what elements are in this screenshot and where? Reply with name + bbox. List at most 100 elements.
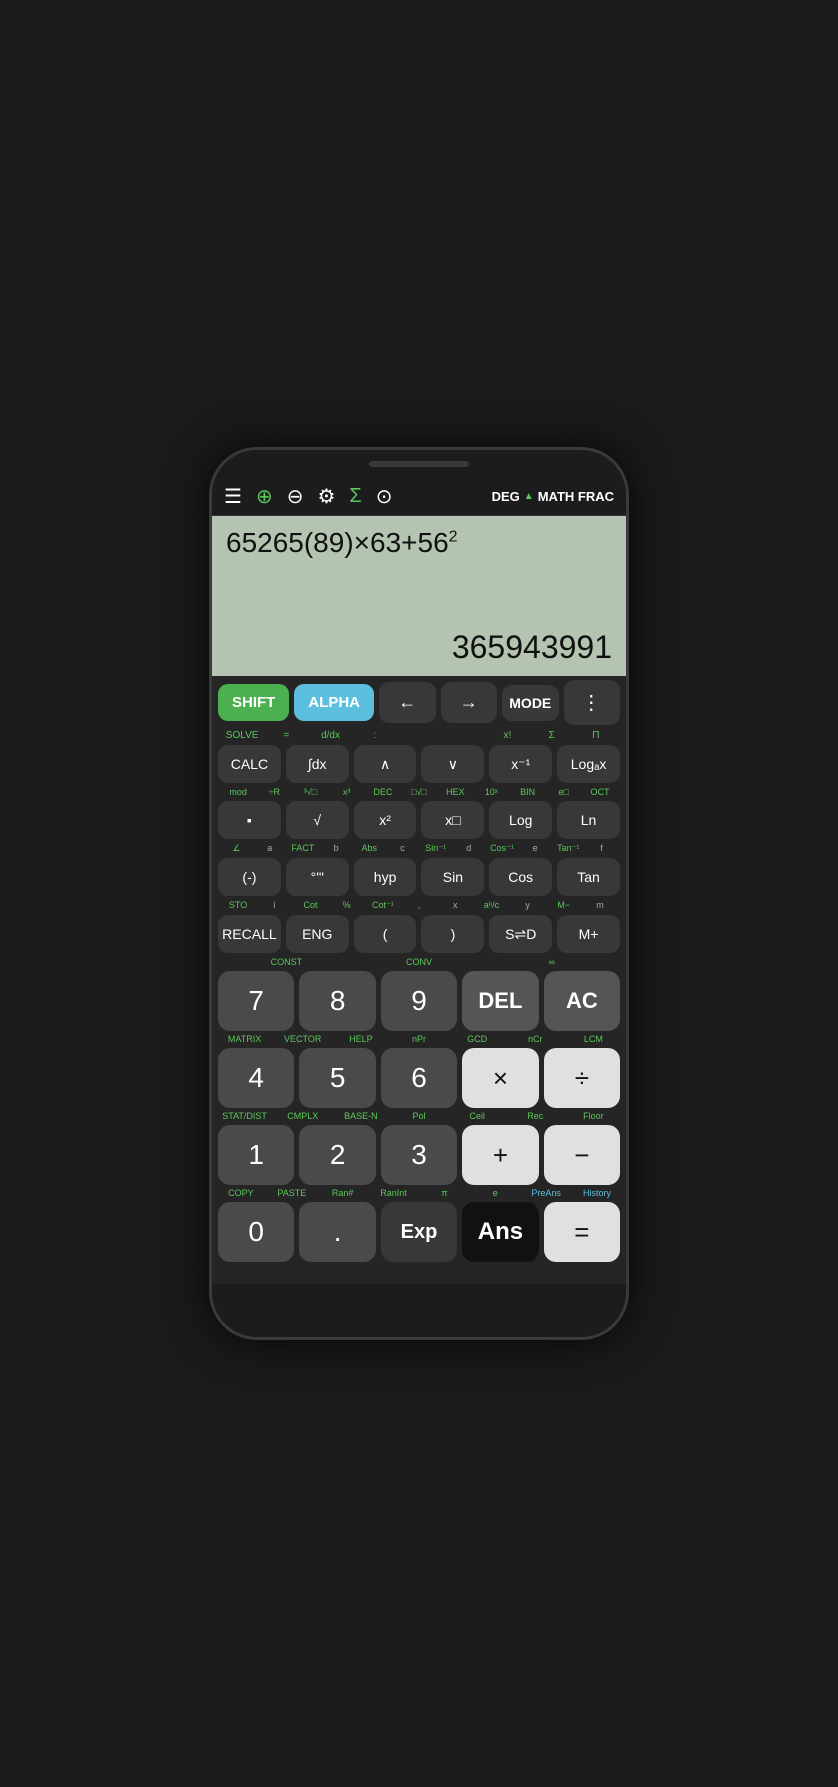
sin-inv-label: Sin⁻¹ — [419, 843, 452, 854]
tan-inv-label: Tan⁻¹ — [552, 843, 585, 854]
pi-label: π — [422, 1188, 468, 1198]
secondary-labels-1: SOLVE = d/dx : x! Σ Π — [212, 729, 626, 742]
four-button[interactable]: 4 — [218, 1048, 294, 1108]
settings-icon[interactable]: ⚙ — [317, 484, 335, 509]
seven-button[interactable]: 7 — [218, 971, 294, 1031]
copy-label: COPY — [218, 1188, 264, 1198]
stat-label: STAT/DIST — [218, 1111, 271, 1121]
zero-button[interactable]: 0 — [218, 1202, 294, 1262]
neg-button[interactable]: (-) — [218, 858, 281, 896]
minus-button[interactable]: − — [544, 1125, 620, 1185]
more-button[interactable]: ⋮ — [564, 680, 621, 725]
two-button[interactable]: 2 — [299, 1125, 375, 1185]
lcm-label: LCM — [567, 1034, 620, 1044]
tan-button[interactable]: Tan — [557, 858, 620, 896]
row-0: 0 . Exp Ans = — [218, 1202, 620, 1262]
five-button[interactable]: 5 — [299, 1048, 375, 1108]
m-label: m — [582, 900, 618, 911]
oct-label: OCT — [582, 787, 618, 797]
const-label: CONST — [220, 957, 353, 967]
x-inv-button[interactable]: x⁻¹ — [489, 745, 552, 783]
cos-button[interactable]: Cos — [489, 858, 552, 896]
b-label: b — [320, 843, 353, 854]
sin-button[interactable]: Sin — [421, 858, 484, 896]
vector-label: VECTOR — [276, 1034, 329, 1044]
paste-label: PASTE — [269, 1188, 315, 1198]
divide-button[interactable]: ÷ — [544, 1048, 620, 1108]
close-paren-button[interactable]: ) — [421, 915, 484, 953]
comma-label: , — [401, 900, 437, 911]
down-arrow-button[interactable]: ∨ — [421, 745, 484, 783]
row-789: 7 8 9 DEL AC — [218, 971, 620, 1031]
row-456: 4 5 6 × ÷ — [218, 1048, 620, 1108]
sigma-icon[interactable]: Σ — [349, 485, 361, 508]
math-frac-label: MATH FRAC — [538, 489, 614, 504]
camera-icon[interactable]: ⊙ — [376, 484, 393, 509]
right-arrow-button[interactable]: → — [441, 682, 498, 723]
sqrt-button[interactable]: √ — [286, 801, 349, 839]
eng-button[interactable]: ENG — [286, 915, 349, 953]
sub-labels-4: CONST CONV ∞ — [212, 956, 626, 968]
num-sub-row-2: STAT/DIST CMPLX BASE-N Pol Ceil Rec Floo… — [218, 1111, 620, 1121]
left-arrow-button[interactable]: ← — [379, 682, 436, 723]
del-button[interactable]: DEL — [462, 971, 538, 1031]
log-button[interactable]: Log — [489, 801, 552, 839]
fraction-button[interactable]: ▪ — [218, 801, 281, 839]
num-sub-row-1: MATRIX VECTOR HELP nPr GCD nCr LCM — [218, 1034, 620, 1044]
recall-row: RECALL ENG ( ) S⇌D M+ — [212, 912, 626, 956]
inf-label: ∞ — [485, 957, 618, 967]
toolbar: ☰ ⊕ ⊖ ⚙ Σ ⊙ DEG ▲ MATH FRAC — [212, 478, 626, 516]
x2-label: x — [437, 900, 473, 911]
mode-deg: DEG — [492, 489, 520, 504]
minus-icon[interactable]: ⊖ — [287, 484, 304, 509]
sto-label: STO — [220, 900, 256, 911]
ac-button[interactable]: AC — [544, 971, 620, 1031]
calculator: ☰ ⊕ ⊖ ⚙ Σ ⊙ DEG ▲ MATH FRAC 65265(89)×63… — [212, 478, 626, 1284]
shift-button[interactable]: SHIFT — [218, 684, 289, 721]
preans-label: PreAns — [523, 1188, 569, 1198]
npr-label: nPr — [392, 1034, 445, 1044]
calc-button[interactable]: CALC — [218, 745, 281, 783]
exp-button[interactable]: Exp — [381, 1202, 457, 1262]
deg-sym-button[interactable]: °'" — [286, 858, 349, 896]
abc-label: aᵇ/c — [473, 900, 509, 911]
display-area: 65265(89)×63+562 365943991 — [212, 516, 626, 676]
hyp-button[interactable]: hyp — [354, 858, 417, 896]
eight-button[interactable]: 8 — [299, 971, 375, 1031]
x-sq-button[interactable]: x² — [354, 801, 417, 839]
m-plus-button[interactable]: M+ — [557, 915, 620, 953]
shift-row: SHIFT ALPHA ← → MODE ⋮ — [212, 676, 626, 729]
open-paren-button[interactable]: ( — [354, 915, 417, 953]
integral-button[interactable]: ∫dx — [286, 745, 349, 783]
history-label: History — [574, 1188, 620, 1198]
add-icon[interactable]: ⊕ — [256, 484, 273, 509]
phone-frame: ☰ ⊕ ⊖ ⚙ Σ ⊙ DEG ▲ MATH FRAC 65265(89)×63… — [209, 447, 629, 1340]
sd-button[interactable]: S⇌D — [489, 915, 552, 953]
ans-button[interactable]: Ans — [462, 1202, 538, 1262]
eq-label: = — [264, 730, 308, 741]
log-a-button[interactable]: Logₐx — [557, 745, 620, 783]
alpha-button[interactable]: ALPHA — [294, 684, 374, 721]
three-button[interactable]: 3 — [381, 1125, 457, 1185]
bottom-safe-area — [212, 1268, 626, 1284]
ln-button[interactable]: Ln — [557, 801, 620, 839]
ran-label: Ran# — [320, 1188, 366, 1198]
numpad: 7 8 9 DEL AC MATRIX VECTOR HELP nPr GCD … — [212, 968, 626, 1268]
trig-row: (-) °'" hyp Sin Cos Tan — [212, 855, 626, 899]
equals-button[interactable]: = — [544, 1202, 620, 1262]
multiply-button[interactable]: × — [462, 1048, 538, 1108]
tenx-label: 10ˣ — [473, 787, 509, 797]
plus-button[interactable]: + — [462, 1125, 538, 1185]
one-button[interactable]: 1 — [218, 1125, 294, 1185]
recall-button[interactable]: RECALL — [218, 915, 281, 953]
mode-button[interactable]: MODE — [502, 685, 559, 721]
x-box-button[interactable]: x□ — [421, 801, 484, 839]
up-arrow-button[interactable]: ∧ — [354, 745, 417, 783]
floor-label: Floor — [567, 1111, 620, 1121]
triangle-icon: ▲ — [524, 491, 534, 502]
dot-button[interactable]: . — [299, 1202, 375, 1262]
cot-label: Cot — [292, 900, 328, 911]
six-button[interactable]: 6 — [381, 1048, 457, 1108]
menu-icon[interactable]: ☰ — [224, 484, 242, 509]
nine-button[interactable]: 9 — [381, 971, 457, 1031]
